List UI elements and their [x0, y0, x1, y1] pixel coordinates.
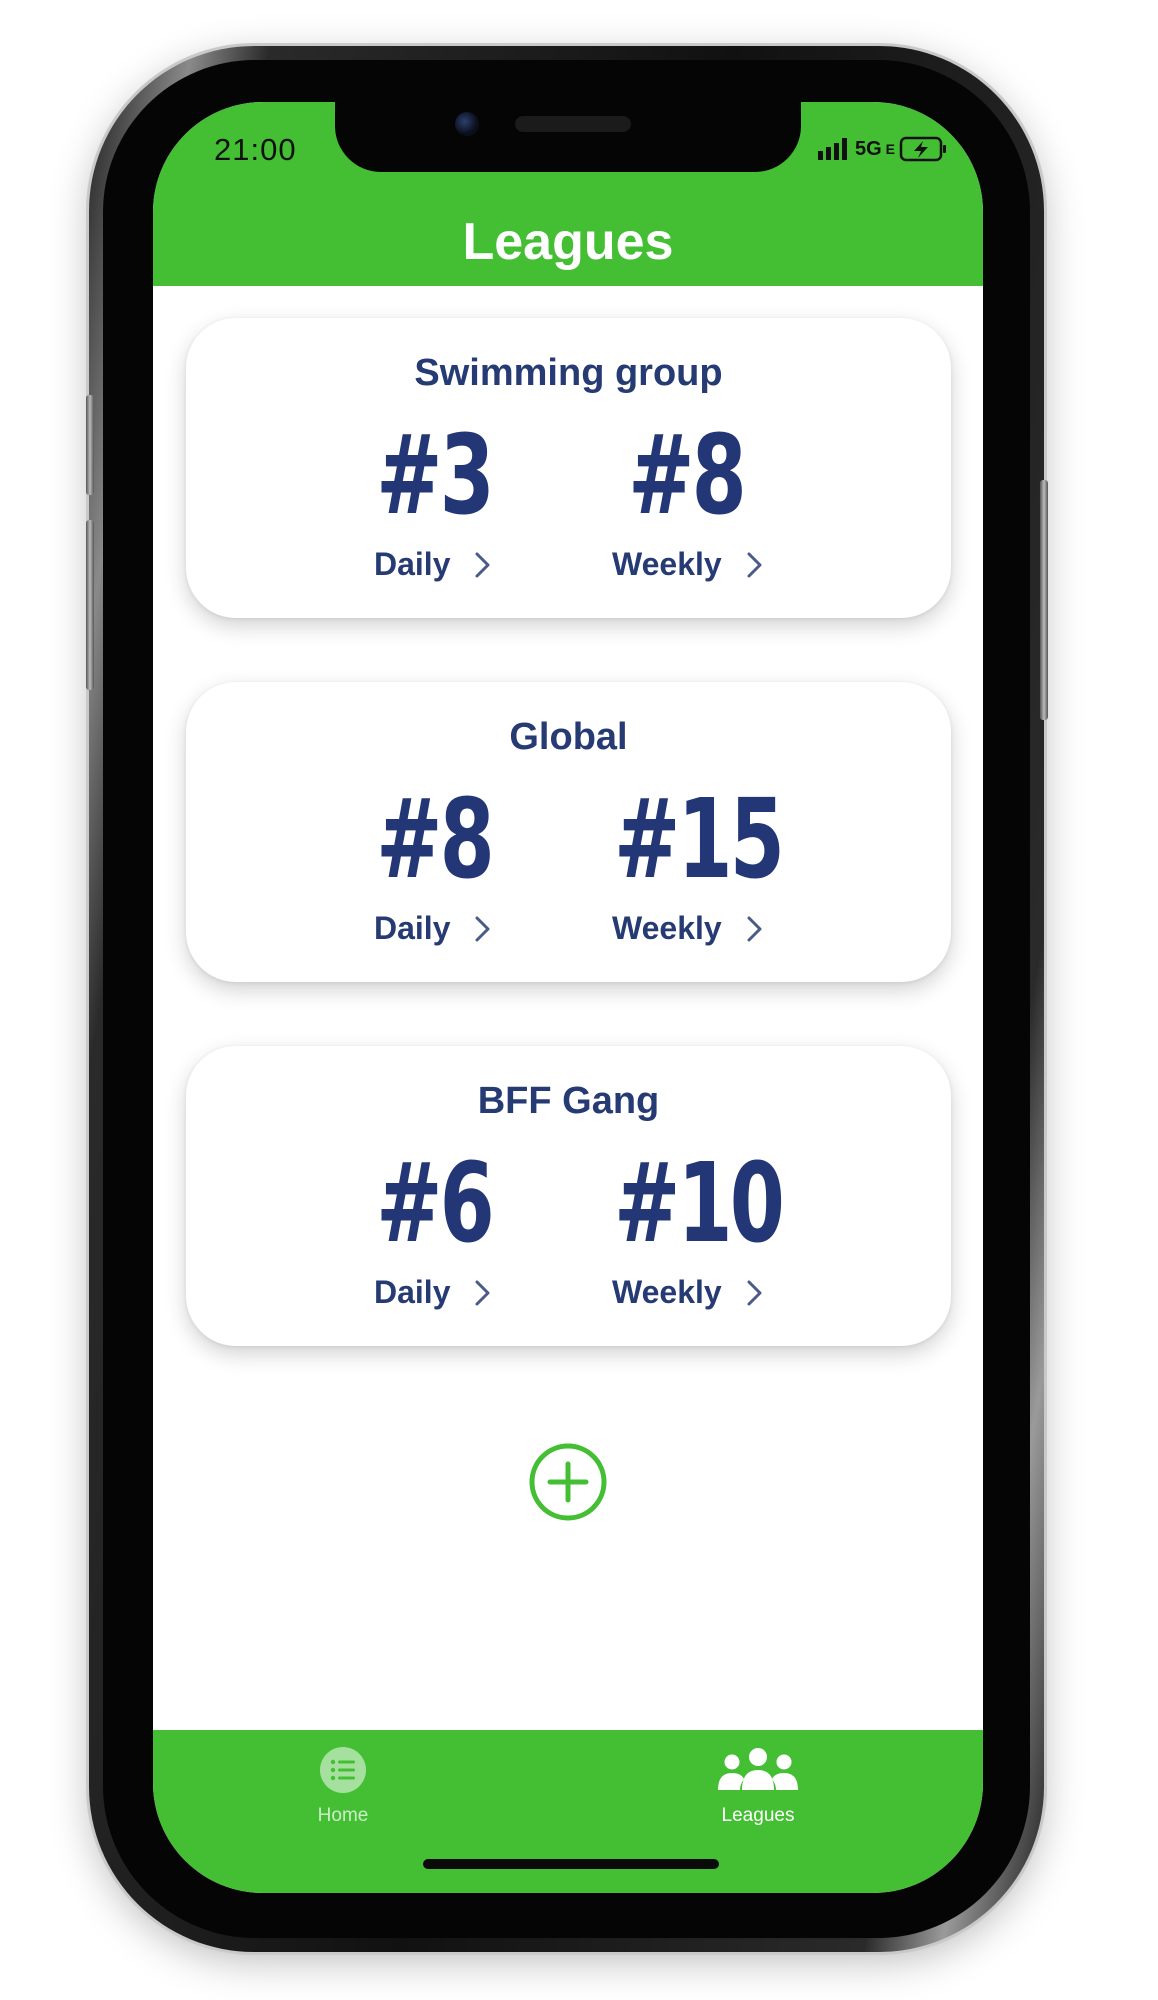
weekly-rank: #10 — [614, 1139, 785, 1267]
daily-link[interactable]: Daily — [374, 1274, 494, 1311]
tab-leagues-label: Leagues — [721, 1805, 795, 1826]
chevron-right-icon — [747, 916, 762, 941]
weekly-link[interactable]: Weekly — [612, 910, 766, 947]
app-header: 21:00 5G E Leagues — [153, 102, 983, 286]
daily-label: Daily — [374, 910, 451, 946]
home-indicator[interactable] — [423, 1859, 719, 1869]
league-name: Global — [509, 716, 628, 758]
power-button — [1040, 480, 1048, 720]
list-icon — [320, 1747, 366, 1793]
weekly-label: Weekly — [612, 910, 722, 946]
volume-up-button — [86, 520, 94, 690]
chevron-right-icon — [475, 916, 490, 941]
weekly-rank: #15 — [614, 775, 785, 903]
league-card-global[interactable]: Global #8 #15 Daily Weekly — [186, 682, 951, 982]
weekly-link[interactable]: Weekly — [612, 1274, 766, 1311]
daily-link[interactable]: Daily — [374, 546, 494, 583]
daily-label: Daily — [374, 1274, 451, 1310]
app-screen: 21:00 5G E Leagues Swimming group #3 #8 … — [153, 102, 983, 1893]
daily-link[interactable]: Daily — [374, 910, 494, 947]
daily-rank: #3 — [376, 411, 495, 539]
weekly-link[interactable]: Weekly — [612, 546, 766, 583]
chevron-right-icon — [475, 1280, 490, 1305]
network-suffix: E — [885, 141, 895, 157]
daily-label: Daily — [374, 546, 451, 582]
tab-bar: Home Leagues — [153, 1730, 983, 1893]
league-card-swimming-group[interactable]: Swimming group #3 #8 Daily Weekly — [186, 318, 951, 618]
people-group-icon — [718, 1748, 798, 1790]
chevron-right-icon — [747, 1280, 762, 1305]
daily-rank: #8 — [376, 775, 495, 903]
weekly-label: Weekly — [612, 546, 722, 582]
signal-icon — [817, 138, 847, 160]
chevron-right-icon — [747, 552, 762, 577]
tab-leagues[interactable]: Leagues — [678, 1746, 838, 1827]
speaker-grille — [515, 116, 631, 132]
silent-switch — [86, 395, 94, 495]
page-title: Leagues — [462, 213, 674, 271]
league-name: Swimming group — [414, 352, 723, 394]
add-league-button[interactable] — [528, 1442, 608, 1522]
status-time: 21:00 — [214, 132, 297, 167]
front-camera — [455, 112, 479, 136]
network-type: 5G — [854, 137, 882, 160]
league-name: BFF Gang — [477, 1080, 660, 1122]
weekly-rank: #8 — [628, 411, 747, 539]
status-indicators: 5G E — [817, 136, 949, 162]
weekly-label: Weekly — [612, 1274, 722, 1310]
daily-rank: #6 — [376, 1139, 495, 1267]
notch — [335, 102, 801, 172]
chevron-right-icon — [475, 552, 490, 577]
tab-home[interactable]: Home — [263, 1746, 423, 1827]
league-card-bff-gang[interactable]: BFF Gang #6 #10 Daily Weekly — [186, 1046, 951, 1346]
battery-charging-icon — [899, 136, 946, 162]
tab-home-label: Home — [317, 1805, 369, 1826]
